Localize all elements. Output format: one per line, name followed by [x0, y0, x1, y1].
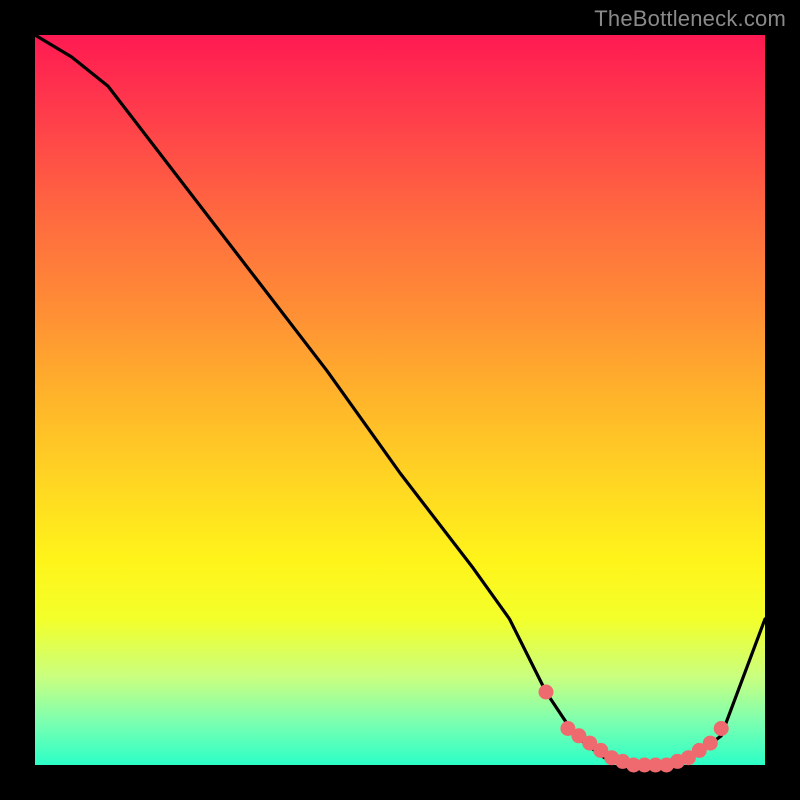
- marker-dot: [539, 685, 554, 700]
- bottleneck-curve-path: [35, 35, 765, 765]
- chart-frame: TheBottleneck.com: [0, 0, 800, 800]
- plot-svg: [35, 35, 765, 765]
- plot-area: [35, 35, 765, 765]
- marker-dot: [714, 721, 729, 736]
- watermark-label: TheBottleneck.com: [594, 6, 786, 32]
- marker-group: [539, 685, 729, 773]
- marker-dot: [703, 736, 718, 751]
